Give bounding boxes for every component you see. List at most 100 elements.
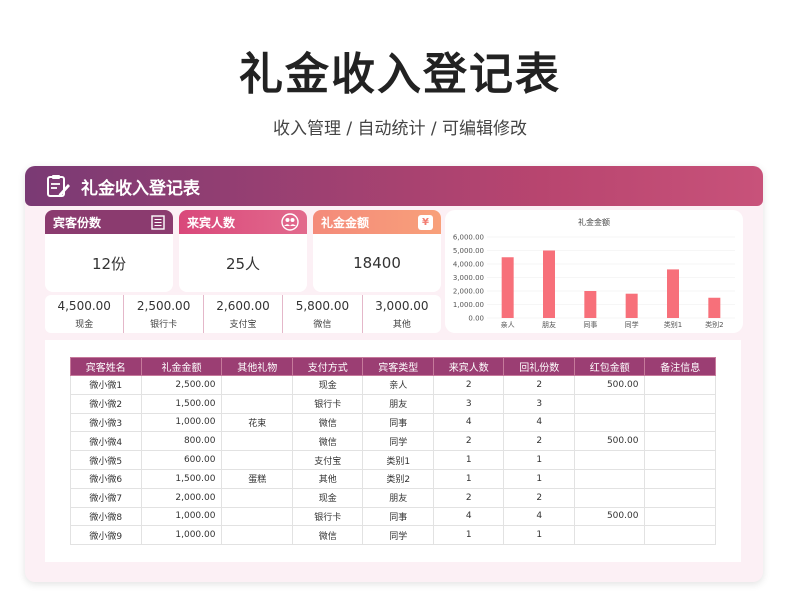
table-cell[interactable] (644, 506, 716, 527)
table-cell[interactable]: 支付宝 (291, 450, 364, 470)
table-cell[interactable]: 微小微9 (70, 525, 142, 546)
column-header: 备注信息 (644, 357, 716, 376)
table-cell[interactable] (644, 412, 716, 433)
table-cell[interactable]: 微小微7 (70, 487, 142, 508)
table-cell[interactable]: 1 (432, 525, 505, 546)
table-cell[interactable]: 500.00 (573, 431, 646, 452)
table-cell[interactable]: 其他 (291, 468, 364, 489)
table-cell[interactable] (644, 393, 716, 414)
table-cell[interactable]: 微小微4 (70, 431, 142, 452)
table-cell[interactable]: 微信 (291, 525, 364, 546)
bar (708, 297, 721, 318)
table-cell[interactable]: 微小微8 (70, 506, 142, 527)
payment-label: 现金 (75, 319, 94, 330)
table-cell[interactable]: 同学 (362, 525, 434, 546)
table-cell[interactable]: 微小微1 (70, 375, 142, 395)
table-cell[interactable]: 2 (503, 375, 575, 395)
table-cell[interactable]: 微小微6 (70, 468, 142, 489)
table-cell[interactable]: 微信 (291, 431, 364, 452)
table-cell[interactable] (644, 525, 716, 546)
table-cell[interactable]: 3 (503, 393, 575, 414)
table-cell[interactable]: 1,500.00 (140, 468, 223, 489)
payment-label: 微信 (313, 319, 332, 330)
table-cell[interactable]: 2,000.00 (140, 487, 223, 508)
table-cell[interactable]: 4 (432, 506, 505, 527)
table-cell[interactable]: 微小微3 (70, 412, 142, 433)
table-cell[interactable]: 现金 (291, 487, 364, 508)
table-cell[interactable]: 同事 (362, 506, 434, 527)
table-cell[interactable]: 2 (432, 487, 505, 508)
table-cell[interactable]: 同事 (362, 412, 434, 433)
table-cell[interactable] (573, 450, 646, 470)
table-cell[interactable]: 1 (503, 525, 575, 546)
kpi-label: 宾客份数 (53, 215, 102, 230)
table-cell[interactable]: 类别2 (362, 468, 434, 489)
table-cell[interactable] (221, 375, 293, 395)
table-cell[interactable] (221, 487, 293, 508)
table-cell[interactable]: 4 (432, 412, 505, 433)
table-cell[interactable] (573, 468, 646, 489)
table-row[interactable]: 微小微5 600.00 支付宝 类别1 1 1 (70, 450, 716, 470)
payment-item: 3,000.00 其他 (363, 295, 441, 333)
table-cell[interactable]: 4 (503, 506, 575, 527)
table-cell[interactable]: 800.00 (140, 431, 223, 452)
table-cell[interactable] (644, 375, 716, 395)
payment-value: 5,800.00 (295, 298, 350, 313)
table-row[interactable]: 微小微9 1,000.00 微信 同学 1 1 (70, 525, 716, 546)
table-cell[interactable]: 银行卡 (291, 393, 364, 414)
table-cell[interactable]: 1,000.00 (140, 525, 223, 546)
table-cell[interactable]: 1,000.00 (140, 506, 223, 527)
table-cell[interactable] (573, 412, 646, 433)
table-cell[interactable]: 微信 (291, 412, 364, 433)
table-cell[interactable] (573, 393, 646, 414)
table-cell[interactable]: 蛋糕 (221, 468, 293, 489)
table-cell[interactable]: 2 (503, 487, 575, 508)
table-cell[interactable]: 2 (432, 431, 505, 452)
x-tick-label: 类别2 (705, 320, 723, 329)
table-cell[interactable]: 1 (503, 450, 575, 470)
table-cell[interactable]: 500.00 (573, 375, 646, 395)
table-cell[interactable] (644, 468, 716, 489)
table-cell[interactable]: 微小微5 (70, 450, 142, 470)
table-cell[interactable]: 2 (432, 375, 505, 395)
table-cell[interactable]: 500.00 (573, 506, 646, 527)
table-cell[interactable] (644, 487, 716, 508)
table-cell[interactable] (221, 525, 293, 546)
table-cell[interactable]: 朋友 (362, 393, 434, 414)
table-row[interactable]: 微小微1 2,500.00 现金 亲人 2 2 500.00 (70, 375, 716, 395)
table-cell[interactable]: 3 (432, 393, 505, 414)
table-cell[interactable] (573, 525, 646, 546)
table-row[interactable]: 微小微8 1,000.00 银行卡 同事 4 4 500.00 (70, 506, 716, 527)
table-cell[interactable]: 银行卡 (291, 506, 364, 527)
table-cell[interactable]: 同学 (362, 431, 434, 452)
table-row[interactable]: 微小微4 800.00 微信 同学 2 2 500.00 (70, 431, 716, 452)
table-cell[interactable]: 4 (503, 412, 575, 433)
table-row[interactable]: 微小微3 1,000.00 花束 微信 同事 4 4 (70, 412, 716, 433)
table-row[interactable]: 微小微6 1,500.00 蛋糕 其他 类别2 1 1 (70, 468, 716, 489)
table-cell[interactable]: 现金 (291, 375, 364, 395)
table-cell[interactable]: 亲人 (362, 375, 434, 395)
table-cell[interactable] (221, 506, 293, 527)
table-cell[interactable] (644, 431, 716, 452)
table-cell[interactable]: 花束 (221, 412, 293, 433)
table-row[interactable]: 微小微2 1,500.00 银行卡 朋友 3 3 (70, 393, 716, 414)
table-cell[interactable] (221, 393, 293, 414)
table-cell[interactable]: 1 (503, 468, 575, 489)
table-cell[interactable] (221, 450, 293, 470)
table-cell[interactable] (644, 450, 716, 470)
table-cell[interactable]: 1 (432, 468, 505, 489)
table-cell[interactable]: 微小微2 (70, 393, 142, 414)
table-cell[interactable]: 朋友 (362, 487, 434, 508)
table-cell[interactable] (221, 431, 293, 452)
table-cell[interactable]: 1,000.00 (140, 412, 223, 433)
table-cell[interactable]: 类别1 (362, 450, 434, 470)
table-cell[interactable]: 1,500.00 (140, 393, 223, 414)
table-cell[interactable]: 1 (432, 450, 505, 470)
table-cell[interactable]: 600.00 (140, 450, 223, 470)
table-cell[interactable]: 2,500.00 (140, 375, 223, 395)
table-row[interactable]: 微小微7 2,000.00 现金 朋友 2 2 (70, 487, 716, 508)
table-cell[interactable] (573, 487, 646, 508)
table-cell[interactable]: 2 (503, 431, 575, 452)
kpi-label: 礼金金额 (321, 215, 370, 230)
column-header: 宾客类型 (362, 357, 434, 376)
